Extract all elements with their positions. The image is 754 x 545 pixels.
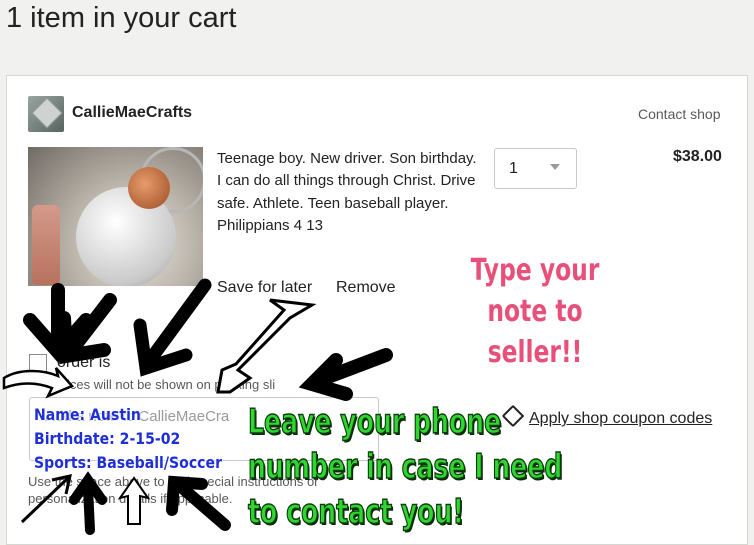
page-title: 1 item in your cart	[6, 2, 237, 34]
quantity-select[interactable]: 1	[494, 148, 577, 189]
remove-button[interactable]: Remove	[336, 279, 396, 297]
item-price: $38.00	[673, 148, 722, 165]
image-tag-charm	[32, 205, 60, 285]
quantity-value: 1	[509, 160, 518, 177]
annotation-birthdate: Birthdate: 2-15-02	[34, 429, 181, 448]
annotation-phone-note: Leave your phone number in case I need t…	[247, 401, 563, 533]
annotation-seller-note: Type your note to seller!!	[470, 253, 600, 370]
image-penny-charm	[128, 167, 170, 209]
product-image[interactable]	[28, 147, 203, 286]
contact-shop-link[interactable]: Contact shop	[638, 106, 721, 122]
chevron-down-icon	[550, 164, 560, 170]
prices-note: Prices will not be shown on packing sli	[54, 377, 276, 392]
save-for-later-button[interactable]: Save for later	[217, 279, 312, 297]
gift-checkbox[interactable]	[29, 354, 47, 372]
product-description[interactable]: Teenage boy. New driver. Son birthday. I…	[217, 148, 477, 238]
annotation-sports: Sports: Baseball/Soccer	[34, 453, 223, 472]
annotation-name: Name: Austin	[34, 405, 141, 424]
annotation-example-note: Name: Austin Birthdate: 2-15-02 Sports: …	[34, 403, 222, 475]
shop-name[interactable]: CallieMaeCrafts	[72, 104, 192, 122]
gift-label: order is	[57, 354, 111, 371]
shop-avatar[interactable]	[28, 96, 64, 132]
